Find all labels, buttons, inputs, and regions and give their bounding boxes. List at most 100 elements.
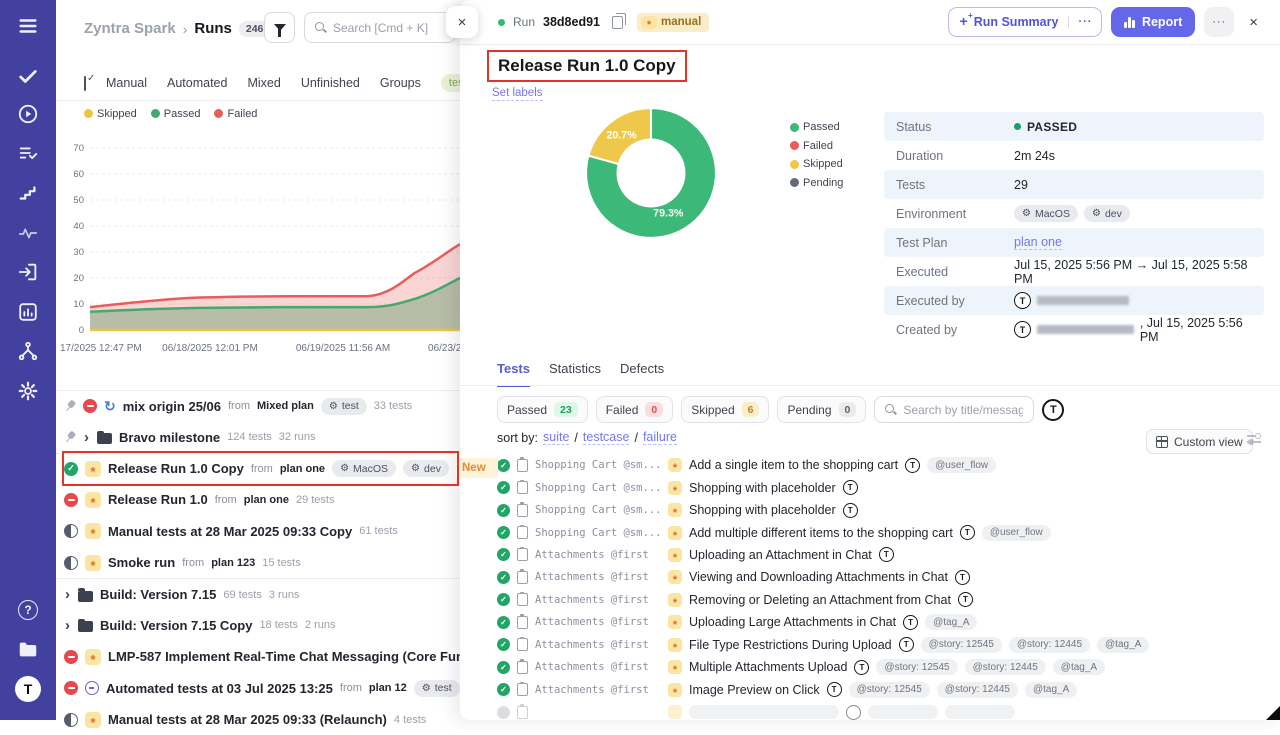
run-row-selected[interactable]: ✓ * Release Run 1.0 Copy from plan one ⚙… [56,453,462,484]
info-row-created-by: Created by T, Jul 15, 2025 5:56 PM [884,315,1264,344]
profile-avatar[interactable]: T [15,676,41,702]
run-group-row[interactable]: › Build: Version 7.15 69 tests 3 runs [56,578,462,609]
milestones-steps-icon[interactable] [16,181,40,205]
run-row[interactable]: * Release Run 1.0 from plan one 29 tests [56,484,462,515]
test-cases-icon[interactable] [16,141,40,165]
filter-pending[interactable]: Pending0 [777,396,866,423]
run-tests-count: 69 tests [223,589,262,601]
user-avatar: T [1014,292,1031,309]
gear-icon: ⚙ [1092,208,1101,219]
tab-defects[interactable]: Defects [620,361,664,387]
custom-view-button[interactable]: Custom view [1146,429,1253,454]
passed-status-icon: ✓ [64,462,78,476]
run-group-row[interactable]: › Build: Version 7.15 Copy 18 tests 2 ru… [56,610,462,641]
report-button[interactable]: Report [1111,7,1195,37]
test-row[interactable]: ✓ Attachments @first * Uploading an Atta… [497,544,1267,566]
run-summary-button[interactable]: +Run Summary ··· [948,7,1103,37]
sort-by-testcase[interactable]: testcase [583,430,630,445]
filter-skipped[interactable]: Skipped6 [681,396,769,423]
run-type-icon: * [85,555,101,571]
sign-in-icon[interactable] [16,260,40,284]
stopped-status-icon [64,493,78,507]
copy-icon[interactable] [612,16,623,29]
sort-by-failure[interactable]: failure [643,430,677,445]
run-type-icon: * [668,593,682,607]
test-row[interactable]: ✓ Attachments @first * Uploading Large A… [497,611,1267,633]
filter-failed[interactable]: Failed0 [596,396,674,423]
activity-pulse-icon[interactable] [16,221,40,245]
tab-manual[interactable]: Manual [106,76,147,90]
select-all-icon[interactable] [84,76,86,91]
run-plan[interactable]: plan one [280,463,325,475]
run-row[interactable]: * Manual tests at 28 Mar 2025 09:33 Copy… [56,516,462,547]
more-actions-button[interactable]: ··· [1204,7,1234,37]
filter-passed[interactable]: Passed23 [497,396,588,423]
view-settings-sliders-icon[interactable] [1247,432,1261,446]
run-type-icon: * [668,503,682,517]
test-row[interactable]: ✓ Shopping Cart @sm... * Shopping with p… [497,476,1267,498]
run-info-table: Status PASSED Duration 2m 24s Tests 29 E… [884,112,1264,344]
test-row[interactable]: ✓ Attachments @first * File Type Restric… [497,634,1267,656]
tab-tests[interactable]: Tests [497,361,530,387]
tests-search[interactable] [874,396,1034,423]
tests-check-icon[interactable] [16,64,40,88]
set-labels-link[interactable]: Set labels [492,87,543,101]
passed-check-icon: ✓ [497,661,510,674]
run-plan[interactable]: plan 123 [211,557,255,569]
run-tests-count: 124 tests [227,431,272,443]
test-row[interactable]: ✓ Attachments @first * Multiple Attachme… [497,656,1267,678]
sort-by-suite[interactable]: suite [543,430,569,445]
run-row[interactable]: * Smoke run from plan 123 15 tests [56,547,462,578]
chevron-right-icon[interactable]: › [64,587,71,602]
files-folder-icon[interactable] [16,638,40,662]
test-row[interactable]: ✓ Attachments @first * Viewing and Downl… [497,566,1267,588]
run-plan[interactable]: plan 12 [369,682,407,694]
passed-check-icon: ✓ [497,459,510,472]
run-row[interactable]: * Manual tests at 28 Mar 2025 09:33 (Rel… [56,704,462,735]
tag-badge: @tag_A [1097,637,1149,653]
separator: / [634,431,637,445]
chevron-right-icon[interactable]: › [64,618,71,633]
runs-play-icon[interactable] [16,102,40,126]
versions-branch-icon[interactable] [16,339,40,363]
breadcrumb-project[interactable]: Zyntra Spark [84,20,176,37]
run-row[interactable]: * LMP-587 Implement Real-Time Chat Messa… [56,641,462,672]
assignee-filter-avatar[interactable]: T [1042,399,1064,421]
assignee-avatar: T [879,547,894,562]
run-detail-drawer: Run 38d8ed91 *manual +Run Summary ··· Re… [460,0,1280,720]
tab-statistics[interactable]: Statistics [549,361,601,387]
close-panel-button[interactable]: × [446,6,478,38]
run-plan[interactable]: Mixed plan [257,400,314,412]
legend-skipped: Skipped [790,158,843,170]
run-summary-more-button[interactable]: ··· [1068,16,1101,28]
info-label: Status [896,120,1014,134]
settings-gear-icon[interactable] [16,379,40,403]
tab-unfinished[interactable]: Unfinished [301,76,360,90]
suite-name: Attachments @first [535,549,661,561]
run-row[interactable]: ↻ mix origin 25/06 from Mixed plan ⚙test… [56,390,462,421]
separator: / [574,431,577,445]
test-row[interactable]: ✓ Shopping Cart @sm... * Add a single it… [497,454,1267,476]
tab-mixed[interactable]: Mixed [247,76,280,90]
chevron-right-icon[interactable]: › [83,430,90,445]
menu-icon[interactable] [16,14,40,38]
filter-button[interactable] [264,12,295,43]
run-group-row[interactable]: › Bravo milestone 124 tests 32 runs [56,421,462,452]
test-row[interactable]: ✓ Attachments @first * Removing or Delet… [497,589,1267,611]
tests-search-input[interactable] [903,403,1023,417]
passed-check-icon: ✓ [497,504,510,517]
runs-search-input[interactable] [333,21,445,35]
test-plan-link[interactable]: plan one [1014,235,1062,250]
run-title: Automated tests at 03 Jul 2025 13:25 [106,681,333,696]
close-drawer-icon[interactable]: × [1243,14,1264,31]
test-row[interactable]: ✓ Shopping Cart @sm... * Shopping with p… [497,499,1267,521]
runs-search[interactable] [304,12,456,43]
test-row[interactable]: ✓ Attachments @first * Image Preview on … [497,678,1267,700]
tab-groups[interactable]: Groups [380,76,421,90]
test-row[interactable]: ✓ Shopping Cart @sm... * Add multiple di… [497,521,1267,543]
run-row[interactable]: Automated tests at 03 Jul 2025 13:25 fro… [56,673,462,704]
reports-chart-icon[interactable] [16,300,40,324]
help-icon[interactable]: ? [18,600,38,620]
run-plan[interactable]: plan one [244,494,289,506]
tab-automated[interactable]: Automated [167,76,227,90]
